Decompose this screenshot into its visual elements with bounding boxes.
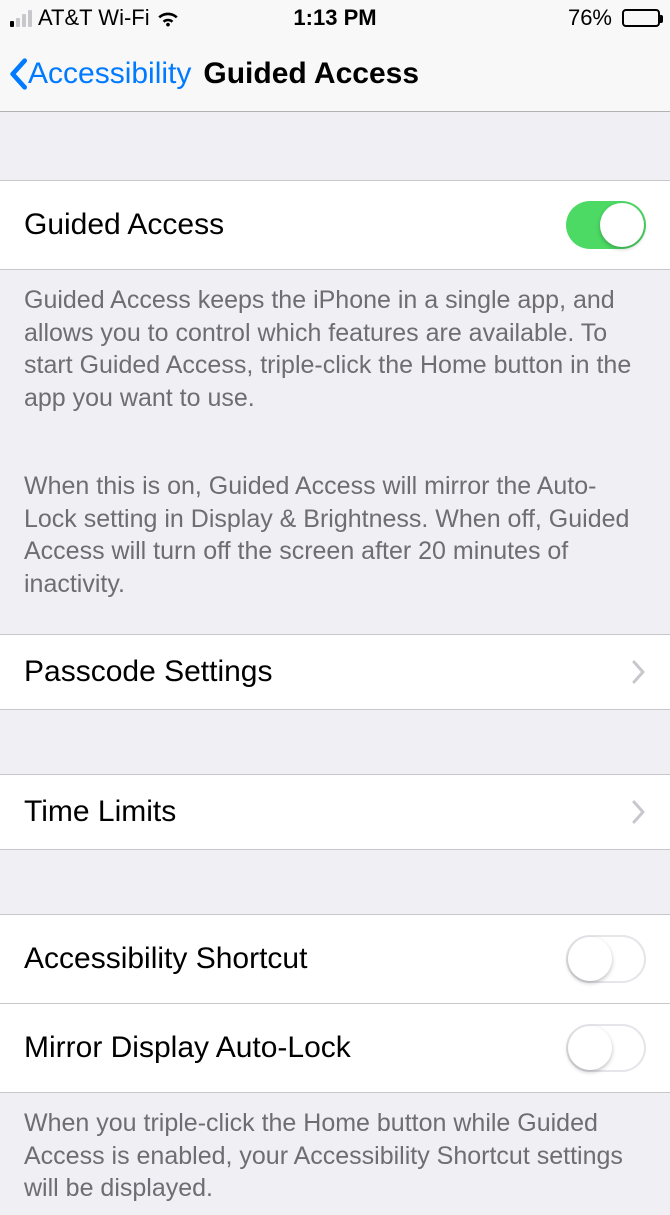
wifi-icon bbox=[156, 9, 180, 27]
shortcut-footer: When you triple-click the Home button wh… bbox=[0, 1093, 670, 1215]
passcode-settings-row[interactable]: Passcode Settings bbox=[0, 634, 670, 710]
page-title: Guided Access bbox=[203, 57, 419, 91]
accessibility-shortcut-row: Accessibility Shortcut bbox=[0, 914, 670, 1004]
back-button[interactable]: Accessibility bbox=[8, 57, 191, 91]
accessibility-shortcut-label: Accessibility Shortcut bbox=[24, 942, 307, 976]
mirror-auto-lock-toggle[interactable] bbox=[566, 1024, 646, 1072]
battery-percentage: 76% bbox=[568, 5, 612, 31]
chevron-right-icon bbox=[632, 660, 646, 684]
time-limits-row[interactable]: Time Limits bbox=[0, 774, 670, 850]
guided-access-footer: Guided Access keeps the iPhone in a sing… bbox=[0, 270, 670, 610]
chevron-right-icon bbox=[632, 800, 646, 824]
passcode-settings-label: Passcode Settings bbox=[24, 655, 272, 689]
status-bar: AT&T Wi-Fi 1:13 PM 76% bbox=[0, 0, 670, 36]
accessibility-shortcut-toggle[interactable] bbox=[566, 935, 646, 983]
guided-access-label: Guided Access bbox=[24, 208, 224, 242]
shortcut-group: Accessibility Shortcut Mirror Display Au… bbox=[0, 914, 670, 1093]
carrier-label: AT&T Wi-Fi bbox=[38, 5, 150, 31]
mirror-auto-lock-row: Mirror Display Auto-Lock bbox=[0, 1004, 670, 1093]
time-limits-label: Time Limits bbox=[24, 795, 176, 829]
guided-access-row: Guided Access bbox=[0, 180, 670, 270]
nav-bar: Accessibility Guided Access bbox=[0, 36, 670, 112]
cellular-signal-icon bbox=[10, 9, 32, 27]
chevron-left-icon bbox=[8, 58, 28, 90]
back-label: Accessibility bbox=[28, 57, 191, 91]
battery-icon bbox=[622, 9, 660, 27]
mirror-auto-lock-label: Mirror Display Auto-Lock bbox=[24, 1031, 351, 1065]
clock: 1:13 PM bbox=[293, 5, 376, 31]
guided-access-toggle[interactable] bbox=[566, 201, 646, 249]
